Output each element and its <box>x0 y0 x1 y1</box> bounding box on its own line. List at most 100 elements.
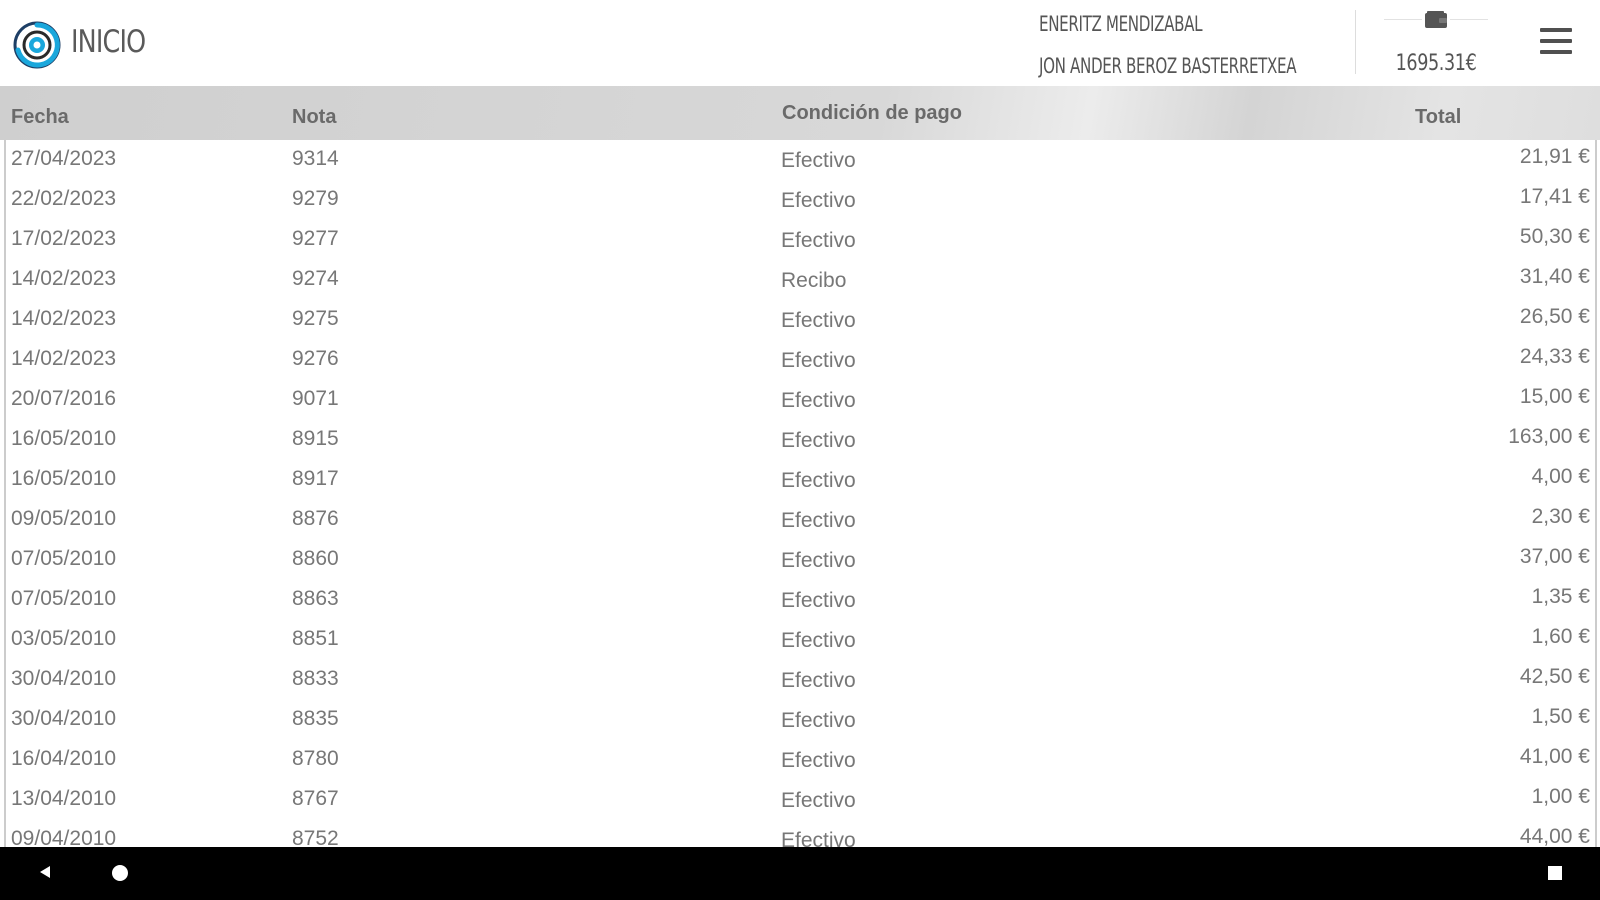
table-row[interactable]: 09/04/2010 8752 Efectivo 44,00 € <box>5 820 1594 847</box>
cell-fecha: 14/02/2023 <box>11 267 117 290</box>
cell-fecha: 30/04/2010 <box>11 667 117 690</box>
cell-condicion: Efectivo <box>781 669 856 692</box>
cell-total: 1,60 € <box>1531 625 1590 648</box>
cell-fecha: 16/05/2010 <box>11 467 117 490</box>
cell-fecha: 07/05/2010 <box>11 547 117 570</box>
cell-fecha: 30/04/2010 <box>11 707 117 730</box>
table-row[interactable]: 14/02/2023 9276 Efectivo 24,33 € <box>5 340 1594 380</box>
cell-fecha: 17/02/2023 <box>11 227 117 250</box>
cell-nota: 9279 <box>292 187 339 210</box>
cell-total: 4,00 € <box>1531 465 1590 488</box>
cell-condicion: Efectivo <box>781 549 856 572</box>
table-row[interactable]: 16/05/2010 8915 Efectivo 163,00 € <box>5 420 1594 460</box>
table-row[interactable]: 07/05/2010 8863 Efectivo 1,35 € <box>5 580 1594 620</box>
cell-condicion: Efectivo <box>781 749 856 772</box>
table-row[interactable]: 30/04/2010 8833 Efectivo 42,50 € <box>5 660 1594 700</box>
table-row[interactable]: 22/02/2023 9279 Efectivo 17,41 € <box>5 180 1594 220</box>
cell-total: 50,30 € <box>1519 225 1590 248</box>
cell-total: 24,33 € <box>1519 345 1590 368</box>
cell-condicion: Efectivo <box>781 149 856 172</box>
header-divider <box>1355 10 1356 74</box>
table-row[interactable]: 17/02/2023 9277 Efectivo 50,30 € <box>5 220 1594 260</box>
notes-table[interactable]: Fecha Nota Condición de pago Total 27/04… <box>0 86 1600 847</box>
cell-condicion: Efectivo <box>781 389 856 412</box>
table-row[interactable]: 27/04/2023 9314 Efectivo 21,91 € <box>5 140 1594 180</box>
cell-nota: 8780 <box>292 747 339 770</box>
menu-bar <box>1540 39 1572 43</box>
cell-condicion: Efectivo <box>781 589 856 612</box>
cell-total: 1,50 € <box>1531 705 1590 728</box>
table-row[interactable]: 09/05/2010 8876 Efectivo 2,30 € <box>5 500 1594 540</box>
cell-total: 2,30 € <box>1531 505 1590 528</box>
cell-fecha: 27/04/2023 <box>11 147 117 170</box>
cell-nota: 8915 <box>292 427 339 450</box>
cell-nota: 8860 <box>292 547 339 570</box>
cell-condicion: Efectivo <box>781 189 856 212</box>
cell-condicion: Efectivo <box>781 309 856 332</box>
cell-nota: 9071 <box>292 387 339 410</box>
column-header-fecha[interactable]: Fecha <box>11 106 69 129</box>
cell-nota: 8752 <box>292 827 339 847</box>
table-row[interactable]: 14/02/2023 9274 Recibo 31,40 € <box>5 260 1594 300</box>
cell-condicion: Efectivo <box>781 829 856 847</box>
table-row[interactable]: 16/04/2010 8780 Efectivo 41,00 € <box>5 740 1594 780</box>
app-logo-icon[interactable] <box>12 20 62 70</box>
recents-square-icon[interactable] <box>1548 866 1562 880</box>
table-row[interactable]: 20/07/2016 9071 Efectivo 15,00 € <box>5 380 1594 420</box>
cell-fecha: 09/05/2010 <box>11 507 117 530</box>
cell-total: 31,40 € <box>1519 265 1590 288</box>
column-header-total[interactable]: Total <box>1415 106 1461 129</box>
cell-condicion: Efectivo <box>781 629 856 652</box>
cell-fecha: 22/02/2023 <box>11 187 117 210</box>
cell-total: 44,00 € <box>1519 825 1590 847</box>
table-row[interactable]: 14/02/2023 9275 Efectivo 26,50 € <box>5 300 1594 340</box>
table-header: Fecha Nota Condición de pago Total <box>0 86 1600 140</box>
column-header-nota[interactable]: Nota <box>292 106 336 129</box>
cell-nota: 8863 <box>292 587 339 610</box>
cell-condicion: Efectivo <box>781 709 856 732</box>
cell-fecha: 03/05/2010 <box>11 627 117 650</box>
cell-fecha: 13/04/2010 <box>11 787 117 810</box>
cell-nota: 9276 <box>292 347 339 370</box>
cell-total: 17,41 € <box>1519 185 1590 208</box>
cell-total: 41,00 € <box>1519 745 1590 768</box>
wallet-amount: 1695.31€ <box>1395 51 1477 76</box>
table-border-right <box>1595 140 1597 847</box>
cell-total: 1,35 € <box>1531 585 1590 608</box>
app-header: INICIO ENERITZ MENDIZABAL JON ANDER BERO… <box>0 0 1600 86</box>
table-row[interactable]: 13/04/2010 8767 Efectivo 1,00 € <box>5 780 1594 820</box>
cell-nota: 9274 <box>292 267 339 290</box>
column-header-condicion[interactable]: Condición de pago <box>782 102 962 125</box>
cell-condicion: Efectivo <box>781 229 856 252</box>
table-row[interactable]: 03/05/2010 8851 Efectivo 1,60 € <box>5 620 1594 660</box>
wallet-line-left <box>1384 19 1422 20</box>
cell-nota: 9277 <box>292 227 339 250</box>
table-row[interactable]: 07/05/2010 8860 Efectivo 37,00 € <box>5 540 1594 580</box>
table-row[interactable]: 30/04/2010 8835 Efectivo 1,50 € <box>5 700 1594 740</box>
wallet-balance[interactable]: 1695.31€ <box>1384 8 1504 78</box>
cell-fecha: 16/04/2010 <box>11 747 117 770</box>
home-circle-icon[interactable] <box>112 865 128 881</box>
cell-fecha: 07/05/2010 <box>11 587 117 610</box>
cell-fecha: 16/05/2010 <box>11 427 117 450</box>
table-row[interactable]: 16/05/2010 8917 Efectivo 4,00 € <box>5 460 1594 500</box>
cell-fecha: 14/02/2023 <box>11 347 117 370</box>
cell-nota: 8851 <box>292 627 339 650</box>
user-name-secondary: JON ANDER BEROZ BASTERRETXEA <box>1039 54 1297 78</box>
cell-total: 26,50 € <box>1519 305 1590 328</box>
cell-nota: 9275 <box>292 307 339 330</box>
cell-total: 42,50 € <box>1519 665 1590 688</box>
cell-condicion: Efectivo <box>781 509 856 532</box>
cell-total: 15,00 € <box>1519 385 1590 408</box>
cell-fecha: 14/02/2023 <box>11 307 117 330</box>
back-triangle-icon[interactable] <box>36 863 54 881</box>
cell-fecha: 09/04/2010 <box>11 827 117 847</box>
hamburger-menu-icon[interactable] <box>1538 24 1574 60</box>
cell-nota: 8876 <box>292 507 339 530</box>
cell-nota: 8833 <box>292 667 339 690</box>
cell-nota: 9314 <box>292 147 339 170</box>
cell-fecha: 20/07/2016 <box>11 387 117 410</box>
cell-nota: 8767 <box>292 787 339 810</box>
page-title: INICIO <box>71 24 146 60</box>
wallet-line-right <box>1450 19 1488 20</box>
